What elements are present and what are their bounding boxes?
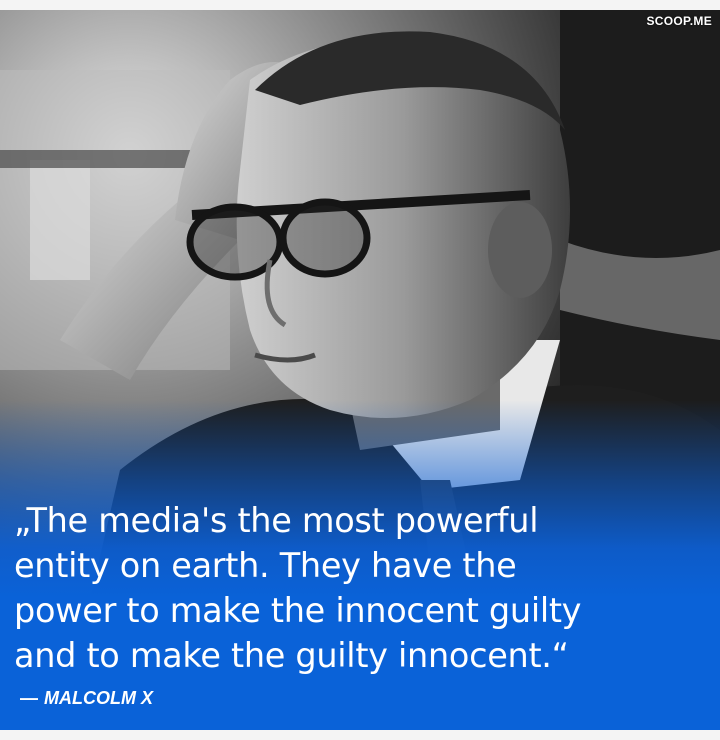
- attribution-dash: —: [20, 688, 38, 708]
- quote-attribution: — MALCOLM X: [20, 688, 153, 709]
- quote-text: „The media's the most powerful entity on…: [14, 498, 714, 678]
- quote-line: power to make the innocent guilty: [14, 591, 582, 630]
- quote-line: entity on earth. They have the: [14, 546, 517, 585]
- quote-card: SCOOP.ME „The media's the most powerful …: [0, 0, 720, 740]
- brand-watermark: SCOOP.ME: [646, 14, 712, 28]
- quote-line: and to make the guilty innocent.“: [14, 636, 569, 675]
- author-name: MALCOLM X: [44, 688, 153, 708]
- quote-line: „The media's the most powerful: [14, 501, 539, 540]
